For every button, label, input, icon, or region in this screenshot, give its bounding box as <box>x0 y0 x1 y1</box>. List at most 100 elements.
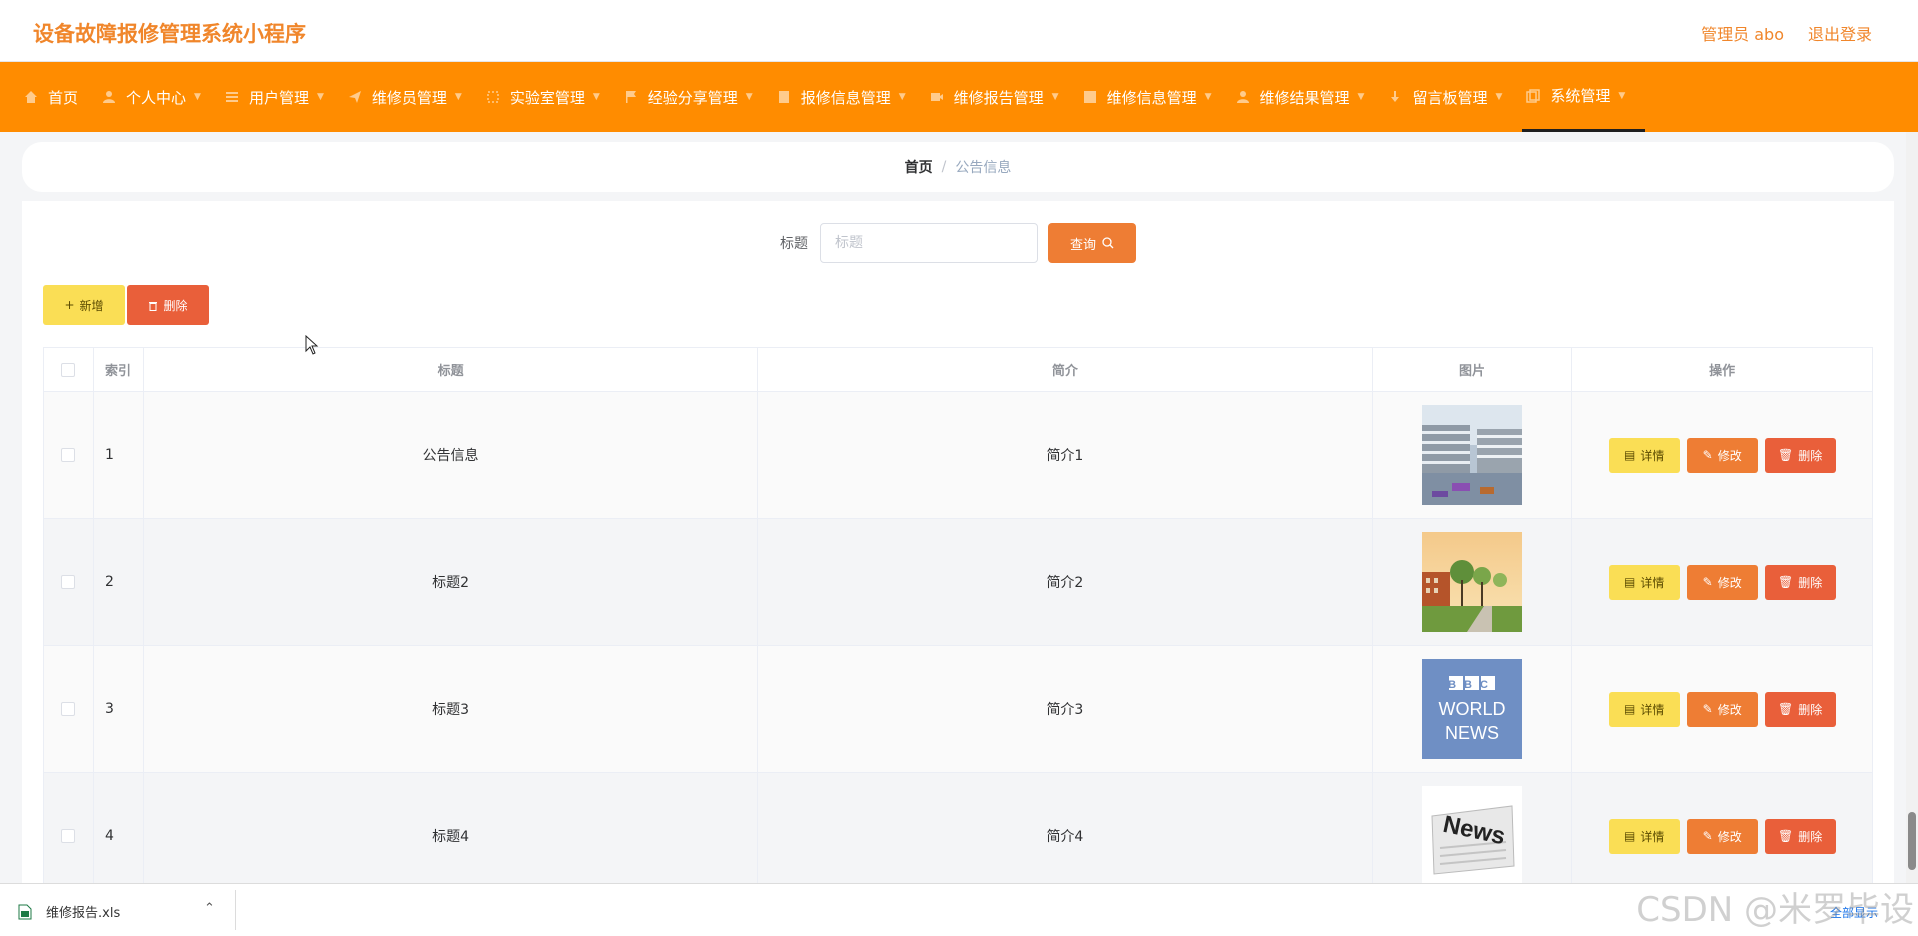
detail-label: 详情 <box>1640 829 1665 844</box>
row-actions: ▤ 详情 ✎ 修改 🗑 删除 <box>1572 646 1872 772</box>
nav-item-label: 维修报告管理 <box>953 88 1044 107</box>
row-select <box>44 392 94 518</box>
crop-icon <box>487 91 499 103</box>
detail-button[interactable]: ▤ 详情 <box>1608 691 1680 727</box>
select-all-checkbox[interactable] <box>61 362 76 377</box>
nav-item-system[interactable]: 系统管理 ▼ <box>1522 62 1646 132</box>
edit-button[interactable]: ✎ 修改 <box>1686 691 1758 727</box>
breadcrumb-separator: / <box>941 159 947 175</box>
bbc-text: BBC <box>1448 679 1496 691</box>
nav-item-repair-reports[interactable]: 维修报告管理 ▼ <box>926 62 1079 132</box>
scrollbar-thumb[interactable] <box>1908 812 1916 870</box>
nav-item-home[interactable]: 首页 <box>20 62 98 132</box>
row-index: 1 <box>94 392 144 518</box>
download-item[interactable]: 维修报告.xls <box>18 902 120 921</box>
trash-icon <box>149 301 158 311</box>
bbc-world-news-image[interactable]: BBC WORLD NEWS <box>1421 659 1522 759</box>
nav-item-message-board[interactable]: 留言板管理 ▼ <box>1384 62 1522 132</box>
trash-icon: 🗑 <box>1778 575 1794 589</box>
download-filename: 维修报告.xls <box>46 906 121 921</box>
chevron-down-icon: ▼ <box>745 92 753 102</box>
document-icon: ▤ <box>1623 702 1636 716</box>
nav-item-label: 留言板管理 <box>1412 88 1488 107</box>
chevron-down-icon: ▼ <box>316 92 324 102</box>
nav-item-repair-info[interactable]: 维修信息管理 ▼ <box>1079 62 1232 132</box>
video-icon <box>930 93 943 101</box>
row-checkbox[interactable] <box>61 448 76 462</box>
chevron-down-icon: ▼ <box>1204 92 1212 102</box>
logout-link[interactable]: 退出登录 <box>1808 21 1872 45</box>
edit-icon: ✎ <box>1702 448 1713 462</box>
modern-building-image[interactable] <box>1421 405 1522 505</box>
chevron-down-icon: ▼ <box>592 92 600 102</box>
delete-button[interactable]: 🗑 删除 <box>1764 818 1836 854</box>
search-button[interactable]: 查询 <box>1048 223 1136 263</box>
document-icon: ▤ <box>1623 448 1636 462</box>
row-select <box>44 519 94 645</box>
detail-button[interactable]: ▤ 详情 <box>1608 437 1680 473</box>
nav-item-repair-requests[interactable]: 报修信息管理 ▼ <box>773 62 926 132</box>
delete-button[interactable]: 🗑 删除 <box>1764 564 1836 600</box>
row-checkbox[interactable] <box>61 575 76 589</box>
search-label: 标题 <box>780 236 808 252</box>
header-desc: 简介 <box>758 348 1373 391</box>
breadcrumb-current: 公告信息 <box>955 160 1012 176</box>
row-index: 2 <box>94 519 144 645</box>
nav-item-labs[interactable]: 实验室管理 ▼ <box>482 62 620 132</box>
delete-button[interactable]: 🗑 删除 <box>1764 691 1836 727</box>
detail-label: 详情 <box>1640 575 1665 590</box>
edit-label: 修改 <box>1717 702 1742 717</box>
nav-item-repair-results[interactable]: 维修结果管理 ▼ <box>1232 62 1385 132</box>
search-input[interactable] <box>820 223 1038 263</box>
app-title: 设备故障报修管理系统小程序 <box>33 22 306 46</box>
chevron-down-icon: ▼ <box>194 92 201 102</box>
breadcrumb: 首页 / 公告信息 <box>22 142 1894 192</box>
row-image-cell <box>1373 392 1573 518</box>
search-icon <box>1102 237 1114 249</box>
header-index: 索引 <box>94 348 144 391</box>
row-title: 标题3 <box>144 646 759 772</box>
notice-table: 索引 标题 简介 图片 操作 1 公告信息 简介1 ▤ 详情 ✎ 修改 🗑 删除… <box>43 347 1873 901</box>
header-ops: 操作 <box>1709 364 1736 379</box>
row-checkbox[interactable] <box>61 829 76 843</box>
download-divider <box>235 890 236 930</box>
breadcrumb-home[interactable]: 首页 <box>905 157 933 177</box>
bulk-delete-label: 删除 <box>163 298 188 313</box>
news-paper-image[interactable]: News <box>1421 786 1522 886</box>
nav-item-experience[interactable]: 经验分享管理 ▼ <box>620 62 773 132</box>
send-icon <box>348 91 361 103</box>
detail-button[interactable]: ▤ 详情 <box>1608 818 1680 854</box>
nav-item-profile[interactable]: 个人中心 ▼ <box>98 62 221 132</box>
document-icon: ▤ <box>1623 829 1636 843</box>
header-select-all <box>44 348 94 391</box>
add-button[interactable]: + 新增 <box>43 285 125 325</box>
user-label[interactable]: 管理员 abo <box>1701 21 1784 45</box>
edit-button[interactable]: ✎ 修改 <box>1686 437 1758 473</box>
row-actions: ▤ 详情 ✎ 修改 🗑 删除 <box>1572 392 1872 518</box>
nav-item-label: 报修信息管理 <box>800 88 891 107</box>
detail-label: 详情 <box>1640 702 1665 717</box>
row-desc: 简介3 <box>758 646 1373 772</box>
row-image-cell <box>1373 519 1573 645</box>
plus-icon: + <box>64 298 75 312</box>
delete-button[interactable]: 🗑 删除 <box>1764 437 1836 473</box>
nav-item-users[interactable]: 用户管理 ▼ <box>221 62 344 132</box>
row-title: 标题4 <box>144 773 759 899</box>
user-icon <box>103 91 116 103</box>
edit-button[interactable]: ✎ 修改 <box>1686 818 1758 854</box>
row-title: 标题2 <box>144 519 759 645</box>
edit-icon: ✎ <box>1702 575 1713 589</box>
flag-icon <box>625 91 636 103</box>
detail-button[interactable]: ▤ 详情 <box>1608 564 1680 600</box>
trash-icon: 🗑 <box>1778 829 1794 843</box>
edit-button[interactable]: ✎ 修改 <box>1686 564 1758 600</box>
nav-item-repairmen[interactable]: 维修员管理 ▼ <box>344 62 482 132</box>
chevron-up-icon[interactable]: ⌃ <box>204 901 215 916</box>
grid-icon <box>1083 91 1096 103</box>
page-scrollbar[interactable] <box>1906 132 1918 883</box>
row-index: 3 <box>94 646 144 772</box>
news-text: NEWS <box>1445 723 1499 743</box>
row-checkbox[interactable] <box>61 702 76 716</box>
bulk-delete-button[interactable]: 删除 <box>127 285 209 325</box>
campus-street-image[interactable] <box>1421 532 1522 632</box>
